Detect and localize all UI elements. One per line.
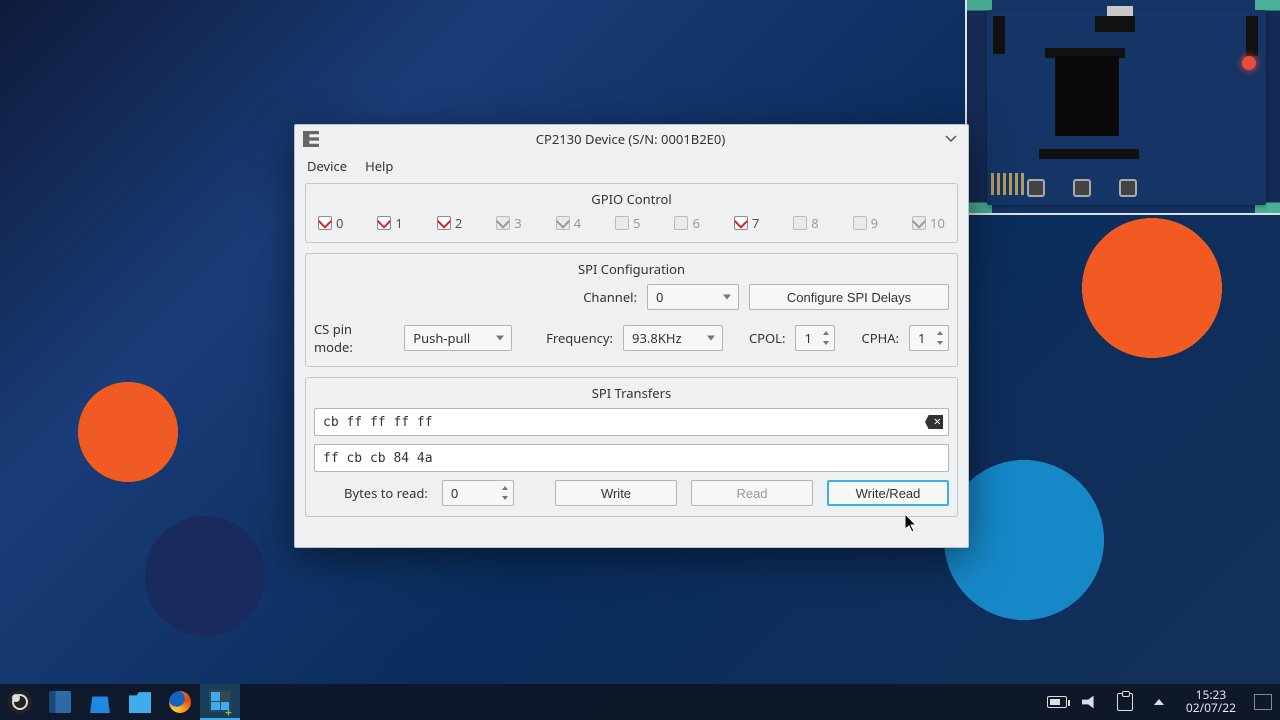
cs-pin-mode-label: CS pin mode: bbox=[314, 320, 394, 356]
channel-select[interactable]: 0 bbox=[647, 284, 739, 310]
menu-device[interactable]: Device bbox=[307, 157, 347, 175]
firefox-icon bbox=[169, 691, 191, 713]
menubar: Device Help bbox=[295, 153, 968, 179]
taskbar: 15:23 02/07/22 bbox=[0, 684, 1280, 720]
gpio-checkbox-5: 5 bbox=[615, 214, 640, 232]
gpio-label: 6 bbox=[692, 214, 699, 232]
checkbox-icon bbox=[437, 216, 451, 230]
gpio-label: 5 bbox=[633, 214, 640, 232]
gpio-label: 10 bbox=[930, 214, 945, 232]
battery-icon bbox=[1047, 696, 1067, 708]
write-button[interactable]: Write bbox=[555, 480, 677, 506]
checkbox-icon bbox=[853, 216, 867, 230]
bytes-to-read-label: Bytes to read: bbox=[344, 484, 428, 502]
checkbox-icon bbox=[556, 216, 570, 230]
checkbox-icon bbox=[793, 216, 807, 230]
gpio-checkbox-1[interactable]: 1 bbox=[377, 214, 402, 232]
cpha-spin[interactable]: 1 bbox=[909, 325, 949, 351]
tray-expand[interactable] bbox=[1142, 684, 1176, 720]
checkbox-icon bbox=[734, 216, 748, 230]
gpio-label: 7 bbox=[752, 214, 759, 232]
checkbox-icon bbox=[615, 216, 629, 230]
gpio-checkbox-3: 3 bbox=[496, 214, 521, 232]
bytes-to-read-spin[interactable]: 0 bbox=[442, 480, 514, 506]
group-title: GPIO Control bbox=[314, 190, 949, 208]
taskbar-app-store[interactable] bbox=[80, 684, 120, 720]
tray-clipboard[interactable] bbox=[1108, 684, 1142, 720]
checkbox-icon bbox=[318, 216, 332, 230]
gpio-checkbox-4: 4 bbox=[556, 214, 581, 232]
cpol-label: CPOL: bbox=[749, 329, 786, 347]
spi-rx-output bbox=[314, 444, 949, 472]
inset-photo-pcb bbox=[965, 0, 1280, 215]
gpio-checkbox-10: 10 bbox=[912, 214, 945, 232]
cpha-label: CPHA: bbox=[861, 329, 899, 347]
spi-tx-input[interactable] bbox=[314, 408, 949, 436]
taskbar-clock[interactable]: 15:23 02/07/22 bbox=[1176, 689, 1246, 714]
gpio-label: 2 bbox=[455, 214, 462, 232]
gpio-label: 8 bbox=[811, 214, 818, 232]
volume-icon bbox=[1082, 694, 1100, 710]
group-title: SPI Transfers bbox=[314, 384, 949, 402]
channel-label: Channel: bbox=[583, 288, 637, 306]
start-menu-button[interactable] bbox=[0, 684, 40, 720]
store-icon bbox=[89, 691, 111, 713]
app-panel-icon bbox=[209, 690, 231, 712]
gpio-checkbox-2[interactable]: 2 bbox=[437, 214, 462, 232]
checkbox-icon bbox=[496, 216, 510, 230]
cpol-spin[interactable]: 1 bbox=[795, 325, 835, 351]
checkbox-icon bbox=[912, 216, 926, 230]
gpio-label: 1 bbox=[395, 214, 402, 232]
group-gpio-control: GPIO Control 0 1 2 3 4 5 6 7 8 9 10 bbox=[305, 183, 958, 243]
gpio-label: 9 bbox=[871, 214, 878, 232]
desktop: CP2130 Device (S/N: 0001B2E0) Device Hel… bbox=[0, 0, 1280, 720]
window-title: CP2130 Device (S/N: 0001B2E0) bbox=[319, 130, 942, 148]
gpio-label: 3 bbox=[514, 214, 521, 232]
frequency-label: Frequency: bbox=[546, 329, 613, 347]
taskbar-app-firefox[interactable] bbox=[160, 684, 200, 720]
taskbar-app-files[interactable] bbox=[120, 684, 160, 720]
taskbar-app-cp2130[interactable] bbox=[200, 684, 240, 720]
titlebar[interactable]: CP2130 Device (S/N: 0001B2E0) bbox=[295, 125, 968, 153]
app-icon bbox=[303, 131, 319, 147]
read-button: Read bbox=[691, 480, 813, 506]
group-spi-transfers: SPI Transfers Bytes to read: 0 Write Rea… bbox=[305, 377, 958, 517]
settings-panel-icon bbox=[49, 691, 71, 713]
start-icon bbox=[8, 690, 32, 714]
show-desktop-button[interactable] bbox=[1246, 684, 1280, 720]
menu-help[interactable]: Help bbox=[365, 157, 393, 175]
show-desktop-icon bbox=[1254, 694, 1272, 710]
gpio-label: 4 bbox=[574, 214, 581, 232]
checkbox-icon bbox=[377, 216, 391, 230]
clear-tx-button[interactable] bbox=[925, 415, 943, 429]
window-menu-button[interactable] bbox=[942, 130, 960, 148]
configure-spi-delays-button[interactable]: Configure SPI Delays bbox=[749, 284, 949, 310]
files-icon bbox=[129, 691, 151, 713]
tray-volume[interactable] bbox=[1074, 684, 1108, 720]
cs-pin-mode-select[interactable]: Push-pull bbox=[404, 325, 512, 351]
chevron-down-icon bbox=[945, 133, 957, 145]
gpio-checkbox-8: 8 bbox=[793, 214, 818, 232]
taskbar-app-settings[interactable] bbox=[40, 684, 80, 720]
checkbox-icon bbox=[674, 216, 688, 230]
group-title: SPI Configuration bbox=[314, 260, 949, 278]
gpio-checkbox-6: 6 bbox=[674, 214, 699, 232]
gpio-label: 0 bbox=[336, 214, 343, 232]
gpio-checkbox-0[interactable]: 0 bbox=[318, 214, 343, 232]
group-spi-configuration: SPI Configuration Channel: 0 Configure S… bbox=[305, 253, 958, 367]
chevron-up-icon bbox=[1154, 699, 1164, 705]
app-window: CP2130 Device (S/N: 0001B2E0) Device Hel… bbox=[294, 124, 969, 548]
gpio-checkbox-7[interactable]: 7 bbox=[734, 214, 759, 232]
gpio-checkbox-9: 9 bbox=[853, 214, 878, 232]
tray-battery[interactable] bbox=[1040, 684, 1074, 720]
write-read-button[interactable]: Write/Read bbox=[827, 480, 949, 506]
clipboard-icon bbox=[1117, 693, 1133, 711]
frequency-select[interactable]: 93.8KHz bbox=[623, 325, 723, 351]
clock-date: 02/07/22 bbox=[1186, 702, 1236, 715]
